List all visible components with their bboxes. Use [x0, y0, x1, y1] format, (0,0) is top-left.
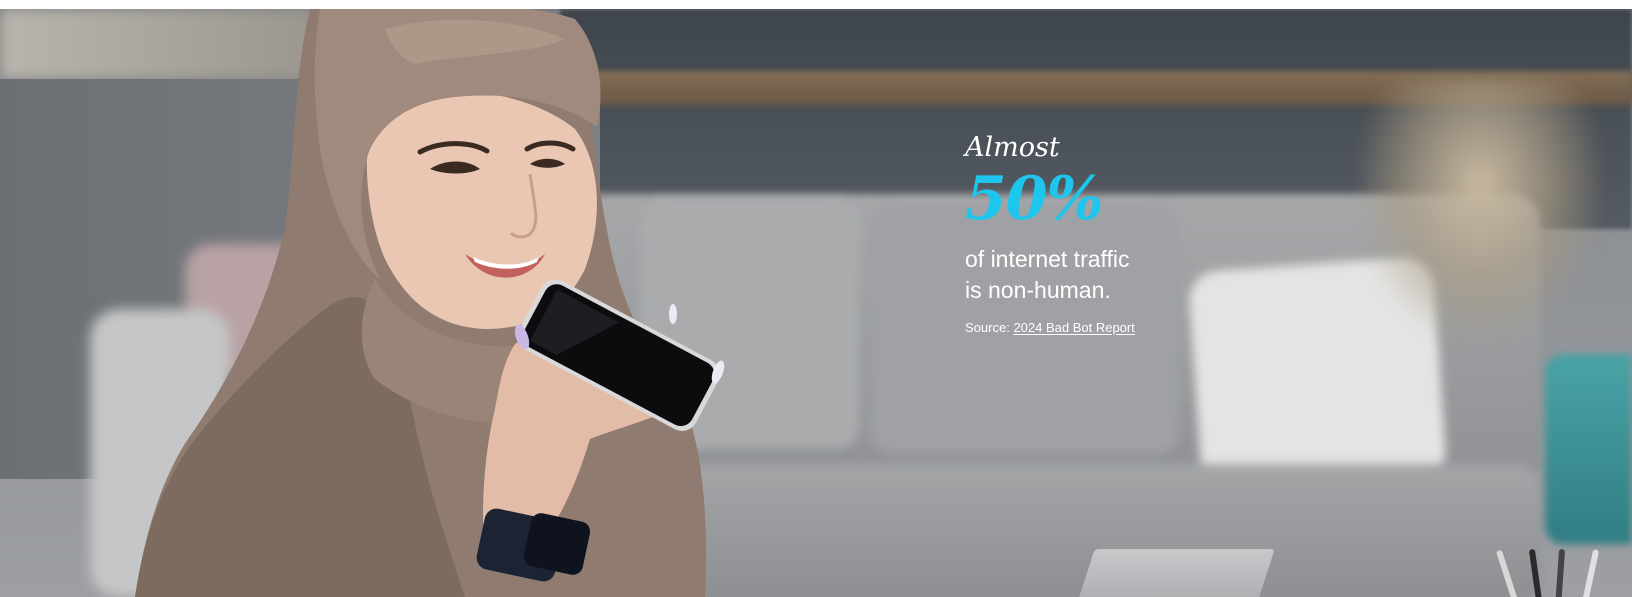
stat-eyebrow: Almost	[965, 132, 1060, 163]
stat-figure: 50%	[965, 164, 1104, 234]
page: Almost 50% of internet traffic is non-hu…	[0, 0, 1632, 597]
pen-holder	[1495, 548, 1615, 597]
bad-bot-report-link[interactable]: 2024 Bad Bot Report	[1013, 320, 1134, 335]
source-label: Source:	[965, 320, 1010, 335]
stat-callout: Almost 50% of internet traffic is non-hu…	[965, 132, 1185, 336]
hero-banner: Almost 50% of internet traffic is non-hu…	[0, 9, 1632, 597]
hero-photo-woman	[135, 9, 775, 597]
stat-description: of internet traffic is non-human.	[965, 246, 1130, 303]
background-vase	[1545, 354, 1632, 544]
background-plant	[1360, 79, 1600, 339]
stat-source: Source: 2024 Bad Bot Report	[965, 320, 1185, 336]
laptop	[1075, 549, 1275, 597]
